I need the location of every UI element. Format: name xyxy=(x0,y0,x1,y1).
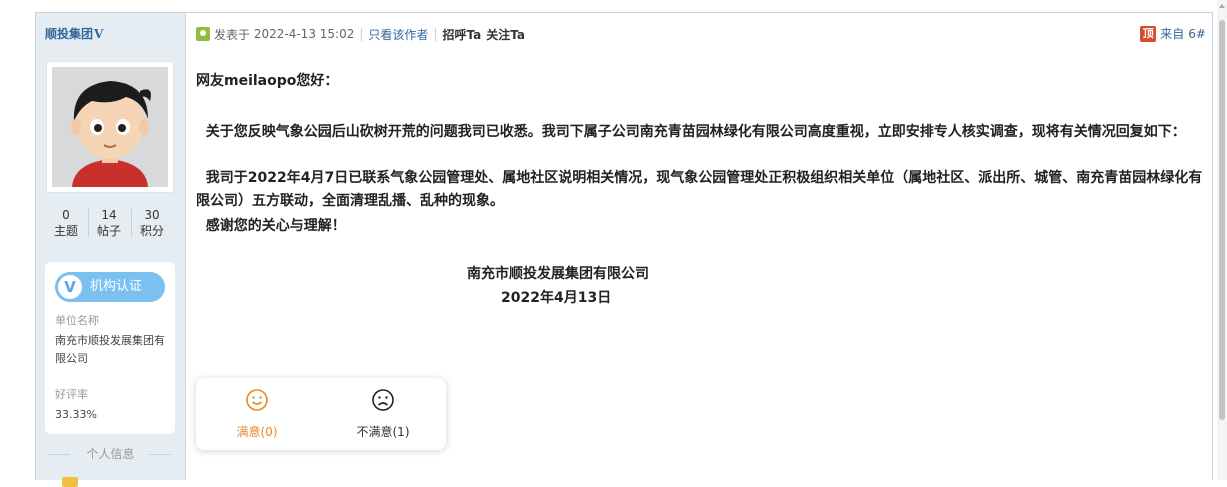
post-frame-right xyxy=(1212,12,1213,480)
author-sidebar: 顺投集团V 0 主题 14 帖子 30 积分 V 机构认证 单位名称 南充市顺投… xyxy=(36,13,185,487)
reply-paragraph-2: 我司于2022年4月7日已联系气象公园管理处、属地社区说明相关情况，现气象公园管… xyxy=(196,167,1208,213)
unit-name-value: 南充市顺投发展集团有限公司 xyxy=(55,334,165,365)
stat-topics[interactable]: 0 主题 xyxy=(45,207,87,239)
author-stats: 0 主题 14 帖子 30 积分 xyxy=(36,207,185,241)
author-name-row: 顺投集团V xyxy=(45,25,103,42)
follow-link[interactable]: 关注Ta xyxy=(486,26,525,43)
stat-posts-label: 帖子 xyxy=(96,224,121,238)
stat-topics-value: 0 xyxy=(62,208,70,222)
top-icon[interactable]: 顶 xyxy=(1140,25,1157,42)
online-status-icon xyxy=(196,27,210,41)
reply-paragraph-2-text: 我司于2022年4月7日已联系气象公园管理处、属地社区说明相关情况，现气象公园管… xyxy=(196,170,1203,209)
post-frame-top xyxy=(35,12,1213,13)
stat-topics-label: 主题 xyxy=(53,224,78,238)
sidebar-divider xyxy=(185,12,186,480)
greeting: 网友meilaopo您好： xyxy=(196,73,339,89)
floor-info: 顶 来自 6# xyxy=(1140,25,1206,42)
floor-number[interactable]: 6# xyxy=(1188,27,1206,41)
reply-paragraph-3-text: 感谢您的关心与理解！ xyxy=(205,218,346,234)
reply-paragraph-3: 感谢您的关心与理解！ xyxy=(196,215,346,238)
stat-credits-label: 积分 xyxy=(139,224,164,238)
greet-link[interactable]: 招呼Ta xyxy=(442,26,481,43)
avatar[interactable] xyxy=(46,61,174,193)
satisfied-button[interactable]: 满意(0) xyxy=(197,388,317,440)
rating-box: 满意(0) 不满意(1) xyxy=(196,378,446,450)
org-certification-badge: V 机构认证 xyxy=(55,272,165,302)
floor-prefix: 来自 xyxy=(1160,27,1185,41)
scroll-up-icon[interactable] xyxy=(1219,4,1225,8)
stat-credits-value: 30 xyxy=(144,208,160,222)
unit-name-label: 单位名称 xyxy=(55,314,99,327)
reply-paragraph-1-text: 关于您反映气象公园后山砍树开荒的问题我司已收悉。我司下属子公司南充青苗园林绿化有… xyxy=(205,124,1186,140)
org-certification-label: 机构认证 xyxy=(90,279,143,294)
avatar-image xyxy=(52,67,168,187)
posted-prefix: 发表于 xyxy=(214,27,251,42)
only-author-link[interactable]: 只看该作者 xyxy=(368,26,428,43)
author-name[interactable]: 顺投集团 xyxy=(45,27,93,41)
unsatisfied-button[interactable]: 不满意(1) xyxy=(323,388,443,440)
meta-separator: | xyxy=(433,27,438,41)
stat-posts-value: 14 xyxy=(101,208,117,222)
rating-rate-label: 好评率 xyxy=(55,388,88,401)
unsatisfied-label: 不满意(1) xyxy=(356,425,410,439)
section-divider-right xyxy=(149,454,171,455)
satisfied-label: 满意(0) xyxy=(236,425,278,439)
signature-date: 2022年4月13日 xyxy=(501,290,612,306)
frown-icon xyxy=(372,389,394,411)
certified-v-icon: V xyxy=(58,275,82,299)
signature-org: 南充市顺投发展集团有限公司 xyxy=(467,266,649,282)
scrollbar-thumb[interactable] xyxy=(1219,20,1225,420)
stat-posts[interactable]: 14 帖子 xyxy=(88,207,130,239)
reply-paragraph-1: 关于您反映气象公园后山砍树开荒的问题我司已收悉。我司下属子公司南充青苗园林绿化有… xyxy=(196,121,1208,144)
rating-rate-value: 33.33% xyxy=(55,408,97,421)
stat-credits[interactable]: 30 积分 xyxy=(131,207,173,239)
posted-time: 2022-4-13 15:02 xyxy=(253,27,355,41)
smile-icon xyxy=(246,389,268,411)
info-icon xyxy=(62,477,78,487)
certification-card: V 机构认证 单位名称 南充市顺投发展集团有限公司 好评率 33.33% xyxy=(45,262,175,434)
verified-v-icon: V xyxy=(94,27,104,41)
post-meta-bar: 发表于 2022-4-13 15:02 | 只看该作者 | 招呼Ta 关注Ta xyxy=(196,26,530,42)
meta-separator: | xyxy=(359,27,364,41)
